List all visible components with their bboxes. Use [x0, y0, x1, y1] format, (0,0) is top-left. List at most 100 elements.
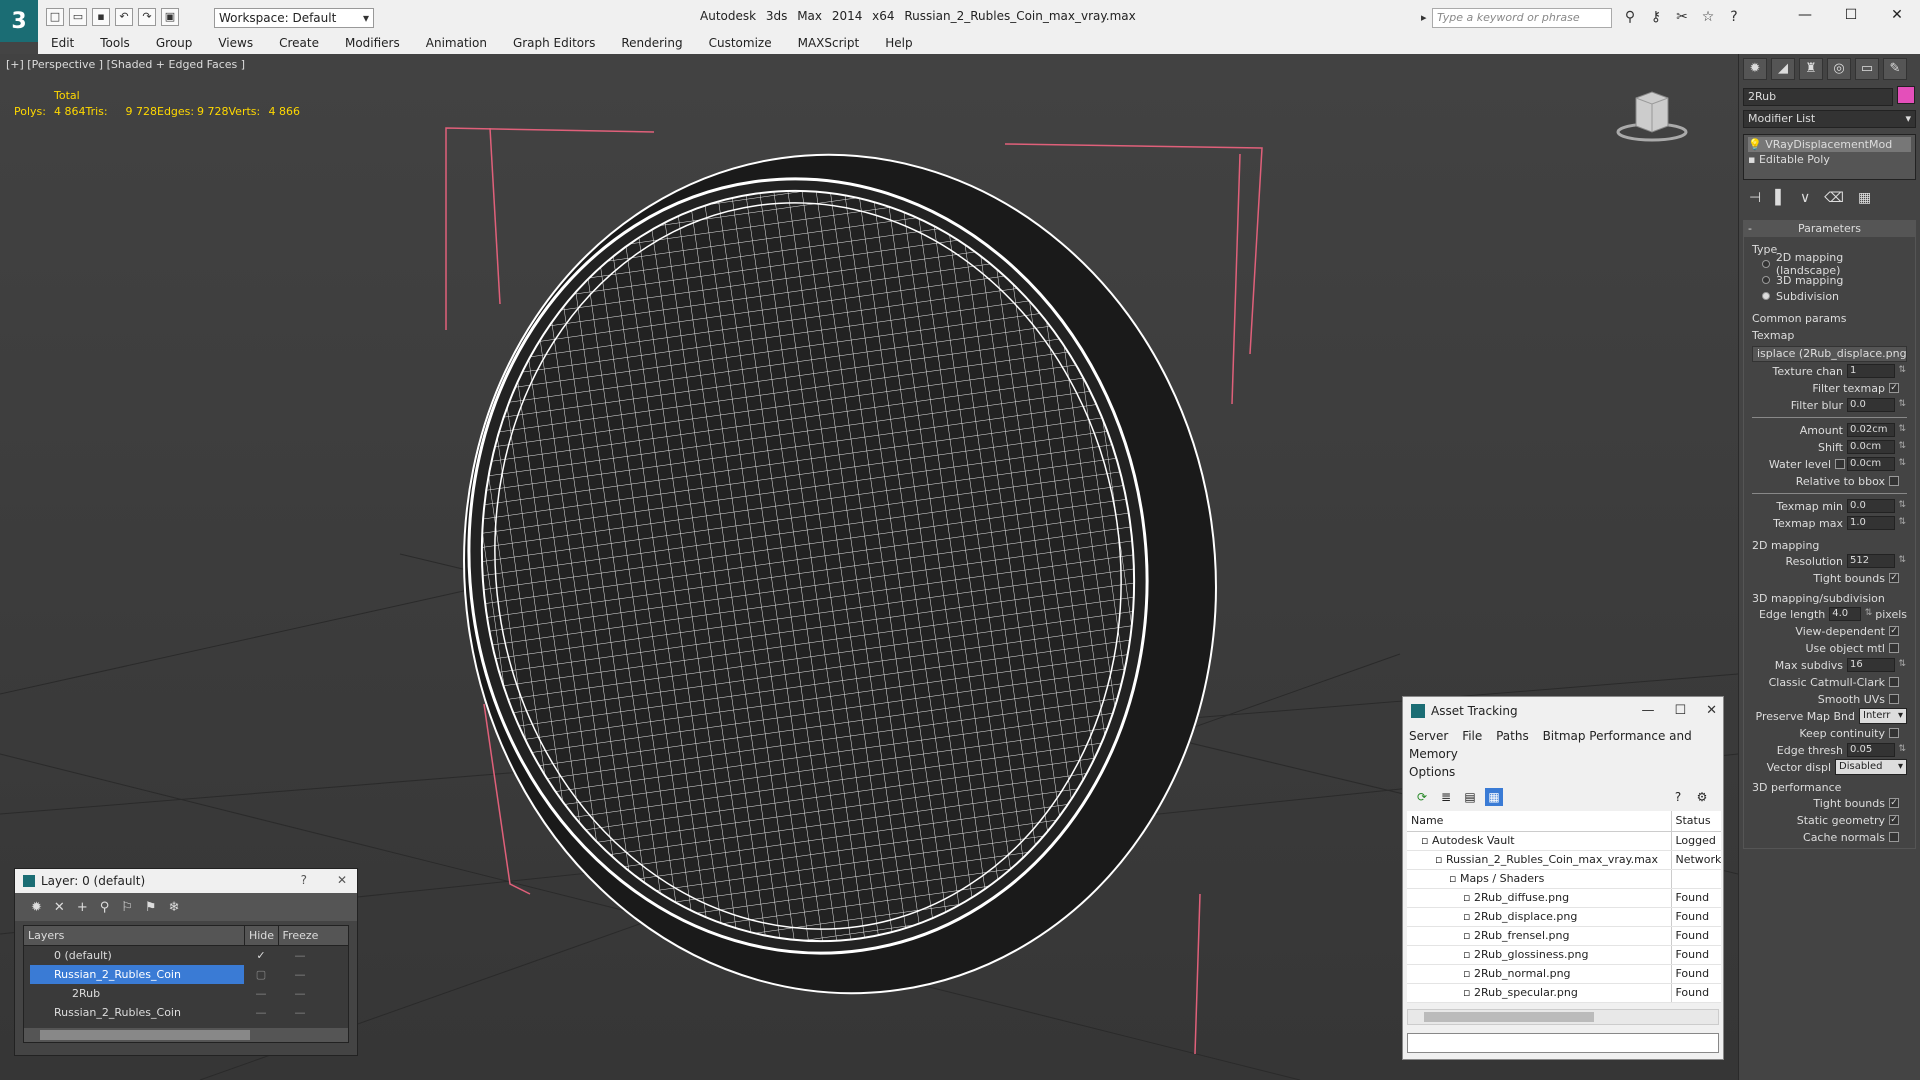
- menu-item-create[interactable]: Create: [266, 34, 332, 54]
- smooth-uvs-checkbox[interactable]: [1889, 694, 1899, 704]
- keep-continuity-checkbox[interactable]: [1889, 728, 1899, 738]
- create-tab-icon[interactable]: ✹: [1743, 58, 1767, 80]
- radio-2d-mapping[interactable]: 2D mapping (landscape): [1752, 251, 1907, 277]
- col-name-header[interactable]: Name: [1407, 811, 1671, 832]
- search-input[interactable]: Type a keyword or phrase: [1421, 8, 1612, 28]
- at-path-field[interactable]: [1407, 1032, 1719, 1053]
- preserve-map-dropdown[interactable]: Interr: [1859, 708, 1907, 724]
- layer-row[interactable]: 0 (default) ✓ —: [24, 946, 348, 965]
- undo-icon[interactable]: ↶: [115, 8, 133, 26]
- at-help-icon[interactable]: ?: [1669, 788, 1687, 806]
- object-color-swatch[interactable]: [1897, 86, 1915, 104]
- thumbnail-view-icon[interactable]: ▤: [1461, 788, 1479, 806]
- save-icon[interactable]: ▪: [92, 8, 110, 26]
- motion-tab-icon[interactable]: ◎: [1827, 58, 1851, 80]
- col-hide-header[interactable]: Hide: [244, 926, 278, 945]
- perf-tight-bounds-checkbox[interactable]: ✓: [1889, 798, 1899, 808]
- vault-icon[interactable]: ⚙: [1693, 788, 1711, 806]
- water-level-checkbox[interactable]: [1835, 459, 1845, 469]
- filter-texmap-checkbox[interactable]: ✓: [1889, 383, 1899, 393]
- menu-item-animation[interactable]: Animation: [413, 34, 500, 54]
- edge-length-spinner[interactable]: 4.0: [1829, 607, 1872, 621]
- menu-item-tools[interactable]: Tools: [87, 34, 143, 54]
- current-layer-check-icon[interactable]: ✓: [244, 946, 278, 965]
- pin-stack-icon[interactable]: ⊣: [1749, 190, 1761, 206]
- texmap-button[interactable]: isplace (2Rub_displace.png): [1752, 346, 1907, 362]
- workspace-dropdown[interactable]: Workspace: Default: [214, 8, 374, 28]
- modifier-list-dropdown[interactable]: Modifier List: [1743, 110, 1916, 128]
- menu-item-graph-editors[interactable]: Graph Editors: [500, 34, 608, 54]
- maximize-button[interactable]: ☐: [1828, 0, 1874, 30]
- asset-row[interactable]: ▫ 2Rub_frensel.png Found: [1407, 926, 1721, 946]
- refresh-icon[interactable]: ⟳: [1413, 788, 1431, 806]
- open-file-icon[interactable]: ▭: [69, 8, 87, 26]
- static-geometry-checkbox[interactable]: ✓: [1889, 815, 1899, 825]
- relative-bbox-checkbox[interactable]: [1889, 476, 1899, 486]
- add-to-layer-icon[interactable]: +: [77, 900, 88, 915]
- amount-spinner[interactable]: 0.02cm: [1847, 423, 1906, 437]
- at-menu-bitmap[interactable]: Bitmap Performance and Memory: [1409, 729, 1692, 761]
- layer-row[interactable]: Russian_2_Rubles_Coin — —: [24, 1003, 348, 1022]
- at-menu-options[interactable]: Options: [1409, 765, 1455, 779]
- edge-thresh-spinner[interactable]: 0.05: [1847, 743, 1906, 757]
- binoculars-icon[interactable]: ⚲: [1620, 8, 1640, 26]
- max-subdivs-spinner[interactable]: 16: [1847, 658, 1906, 672]
- texture-chan-spinner[interactable]: 1: [1847, 364, 1906, 378]
- menu-item-modifiers[interactable]: Modifiers: [332, 34, 413, 54]
- asset-row[interactable]: ▫ 2Rub_diffuse.png Found: [1407, 888, 1721, 908]
- star-icon[interactable]: ☆: [1698, 8, 1718, 26]
- modify-tab-icon[interactable]: ◢: [1771, 58, 1795, 80]
- asset-row[interactable]: ▫ Russian_2_Rubles_Coin_max_vray.max Netw…: [1407, 850, 1721, 870]
- show-end-result-icon[interactable]: ▌: [1775, 190, 1786, 206]
- key-icon[interactable]: ⚷: [1646, 8, 1666, 26]
- select-objects-icon[interactable]: ⚲: [100, 900, 110, 915]
- tight-bounds-checkbox[interactable]: ✓: [1889, 573, 1899, 583]
- filter-blur-spinner[interactable]: 0.0: [1847, 398, 1906, 412]
- new-file-icon[interactable]: □: [46, 8, 64, 26]
- new-layer-icon[interactable]: ✹: [31, 900, 42, 915]
- highlight-layer-icon[interactable]: ⚐: [121, 900, 133, 915]
- col-status-header[interactable]: Status: [1670, 811, 1721, 832]
- use-object-mtl-checkbox[interactable]: [1889, 643, 1899, 653]
- asset-row[interactable]: ▫ 2Rub_specular.png Found: [1407, 983, 1721, 1003]
- asset-row[interactable]: ▫ Maps / Shaders: [1407, 869, 1721, 889]
- menu-item-group[interactable]: Group: [143, 34, 206, 54]
- water-level-spinner[interactable]: 0.0cm: [1847, 457, 1906, 471]
- at-maximize-button[interactable]: ☐: [1674, 703, 1686, 718]
- col-layers-header[interactable]: Layers: [24, 926, 244, 945]
- project-folder-icon[interactable]: ▣: [161, 8, 179, 26]
- list-view-icon[interactable]: ≣: [1437, 788, 1455, 806]
- delete-layer-icon[interactable]: ✕: [54, 900, 65, 915]
- layer-horizontal-scrollbar[interactable]: [24, 1028, 348, 1042]
- menu-item-help[interactable]: Help: [872, 34, 925, 54]
- close-button[interactable]: ✕: [1874, 0, 1920, 30]
- remove-modifier-icon[interactable]: ⌫: [1824, 190, 1844, 206]
- freeze-layers-icon[interactable]: ❄: [169, 900, 180, 915]
- object-name-field[interactable]: 2Rub: [1743, 88, 1893, 106]
- asset-row[interactable]: ▫ Autodesk Vault Logged: [1407, 831, 1721, 851]
- at-close-button[interactable]: ✕: [1706, 703, 1717, 718]
- at-menu-paths[interactable]: Paths: [1496, 729, 1529, 743]
- asset-row[interactable]: ▫ 2Rub_glossiness.png Found: [1407, 945, 1721, 965]
- radio-subdivision[interactable]: Subdivision: [1752, 288, 1907, 304]
- display-tab-icon[interactable]: ▭: [1855, 58, 1879, 80]
- menu-item-maxscript[interactable]: MAXScript: [785, 34, 873, 54]
- shift-spinner[interactable]: 0.0cm: [1847, 440, 1906, 454]
- parameters-header[interactable]: Parameters: [1744, 221, 1915, 237]
- asset-row[interactable]: ▫ 2Rub_displace.png Found: [1407, 907, 1721, 927]
- at-menu-server[interactable]: Server: [1409, 729, 1448, 743]
- asset-tracking-titlebar[interactable]: Asset Tracking — ☐ ✕: [1403, 697, 1723, 725]
- menu-item-customize[interactable]: Customize: [696, 34, 785, 54]
- menu-item-views[interactable]: Views: [205, 34, 266, 54]
- catmull-clark-checkbox[interactable]: [1889, 677, 1899, 687]
- hide-layers-icon[interactable]: ⚑: [145, 900, 157, 915]
- menu-item-rendering[interactable]: Rendering: [608, 34, 695, 54]
- layer-help-button[interactable]: ?: [301, 873, 307, 887]
- hierarchy-tab-icon[interactable]: ♜: [1799, 58, 1823, 80]
- texmap-min-spinner[interactable]: 0.0: [1847, 499, 1906, 513]
- stack-item-editable-poly[interactable]: ▪ Editable Poly: [1748, 152, 1911, 167]
- layer-titlebar[interactable]: Layer: 0 (default) ? ✕: [15, 869, 357, 893]
- app-logo-icon[interactable]: 3: [0, 0, 38, 42]
- utilities-tab-icon[interactable]: ✎: [1883, 58, 1907, 80]
- minimize-button[interactable]: —: [1782, 0, 1828, 30]
